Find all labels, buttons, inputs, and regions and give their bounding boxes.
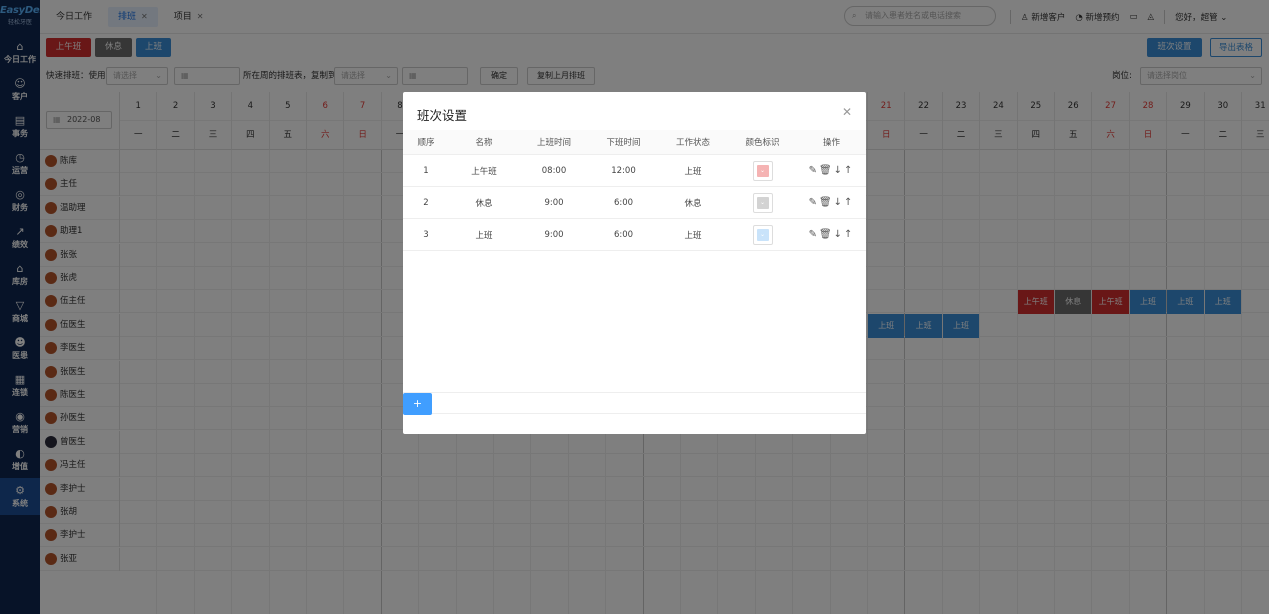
arrow-down-icon[interactable]: ↓ bbox=[834, 165, 844, 176]
add-shift-button[interactable]: + bbox=[403, 393, 432, 415]
start-time-cell: 08:00 bbox=[541, 165, 567, 176]
start-time-cell: 9:00 bbox=[544, 229, 564, 240]
column-header: 上班时间 bbox=[536, 138, 571, 148]
status-cell: 上班 bbox=[684, 166, 702, 177]
arrow-down-icon[interactable]: ↓ bbox=[834, 197, 844, 208]
delete-icon[interactable]: 🗑 bbox=[819, 165, 834, 176]
arrow-up-icon[interactable]: ↑ bbox=[844, 197, 854, 208]
end-time-cell: 6:00 bbox=[613, 229, 634, 240]
column-header: 下班时间 bbox=[606, 138, 641, 148]
arrow-up-icon[interactable]: ↑ bbox=[844, 229, 854, 240]
shift-table-header: 顺序 名称 上班时间 下班时间 工作状态 颜色标识 操作 bbox=[403, 130, 866, 155]
edit-icon[interactable]: ✎ bbox=[809, 165, 819, 176]
table-row: 1 上午班 08:00 12:00 上班 ⌄ ✎ 🗑 ↓ ↑ bbox=[403, 155, 866, 187]
color-cell: ⌄ bbox=[728, 187, 797, 218]
color-picker[interactable]: ⌄ bbox=[752, 160, 773, 181]
order-cell: 2 bbox=[423, 197, 429, 208]
name-cell: 休息 bbox=[475, 198, 493, 209]
close-icon[interactable]: ✕ bbox=[842, 105, 852, 119]
color-cell: ⌄ bbox=[728, 155, 797, 186]
edit-icon[interactable]: ✎ bbox=[809, 197, 819, 208]
column-header: 操作 bbox=[822, 138, 840, 148]
color-cell: ⌄ bbox=[728, 219, 797, 250]
modal-footer: + bbox=[403, 392, 866, 415]
start-time-cell: 9:00 bbox=[544, 197, 564, 208]
name-cell: 上午班 bbox=[471, 166, 497, 177]
table-row: 3 上班 9:00 6:00 上班 ⌄ ✎ 🗑 ↓ ↑ bbox=[403, 219, 866, 251]
order-cell: 3 bbox=[423, 229, 429, 240]
column-header: 顺序 bbox=[417, 138, 435, 148]
table-row: 2 休息 9:00 6:00 休息 ⌄ ✎ 🗑 ↓ ↑ bbox=[403, 187, 866, 219]
color-swatch: ⌄ bbox=[756, 228, 769, 241]
column-header: 工作状态 bbox=[675, 138, 710, 148]
shift-table: 顺序 名称 上班时间 下班时间 工作状态 颜色标识 操作 1 上午班 08:00 12:00 上班 ⌄… bbox=[403, 130, 866, 251]
actions-cell: ✎ 🗑 ↓ ↑ bbox=[797, 155, 866, 186]
modal-title: 班次设置 bbox=[417, 108, 468, 123]
actions-cell: ✎ 🗑 ↓ ↑ bbox=[797, 187, 866, 218]
color-swatch: ⌄ bbox=[756, 164, 769, 177]
arrow-down-icon[interactable]: ↓ bbox=[834, 229, 844, 240]
arrow-up-icon[interactable]: ↑ bbox=[844, 165, 854, 176]
actions-cell: ✎ 🗑 ↓ ↑ bbox=[797, 219, 866, 250]
order-cell: 1 bbox=[423, 165, 429, 176]
column-header: 名称 bbox=[475, 138, 493, 148]
color-swatch: ⌄ bbox=[756, 196, 769, 209]
color-picker[interactable]: ⌄ bbox=[752, 192, 773, 213]
delete-icon[interactable]: 🗑 bbox=[819, 197, 834, 208]
status-cell: 休息 bbox=[684, 198, 702, 209]
shift-table-body: 1 上午班 08:00 12:00 上班 ⌄ ✎ 🗑 ↓ ↑ 2 休息 9:00 6:00 休息 ⌄ ✎ 🗑 ↓ ↑ 3… bbox=[403, 155, 866, 251]
end-time-cell: 12:00 bbox=[611, 165, 636, 176]
edit-icon[interactable]: ✎ bbox=[809, 229, 819, 240]
shift-settings-modal: 班次设置 ✕ 顺序 名称 上班时间 下班时间 工作状态 颜色标识 操作 1 上午班 08:00 1… bbox=[403, 92, 866, 434]
column-header: 颜色标识 bbox=[745, 138, 780, 148]
status-cell: 上班 bbox=[684, 230, 702, 241]
end-time-cell: 6:00 bbox=[613, 197, 634, 208]
name-cell: 上班 bbox=[475, 230, 493, 241]
color-picker[interactable]: ⌄ bbox=[752, 224, 773, 245]
delete-icon[interactable]: 🗑 bbox=[819, 229, 834, 240]
